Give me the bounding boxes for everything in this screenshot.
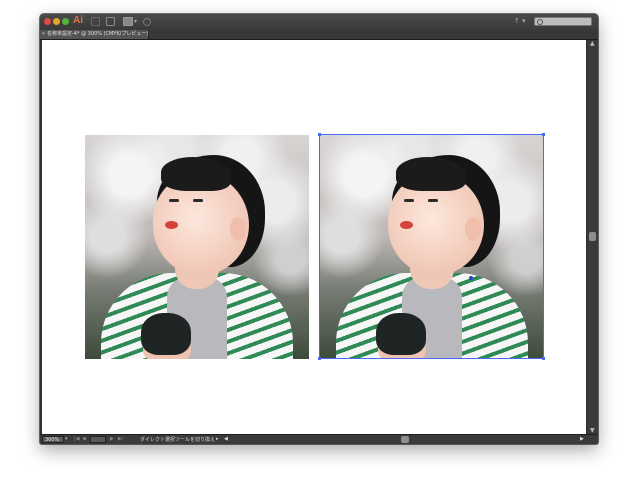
close-window-button[interactable] (44, 18, 51, 25)
photo-hair-fringe (396, 157, 466, 191)
scroll-down-icon[interactable]: ▼ (590, 427, 595, 434)
horizontal-scroll-thumb[interactable] (401, 436, 409, 443)
application-bar: Ai ▾ ↑ ▾ (40, 14, 598, 31)
illustrator-logo: Ai (73, 15, 83, 26)
raster-photo[interactable] (85, 135, 309, 359)
status-info-text: ダイレクト選択ツールを切り換え (140, 437, 216, 443)
photo-ear (465, 217, 481, 241)
scroll-left-icon[interactable]: ◀ (224, 436, 228, 442)
illustrator-window: Ai ▾ ↑ ▾ ×名称未設定-4* @ 300% (CMYK/プレビュー) ▲… (40, 14, 598, 444)
photo-mouth (400, 221, 413, 229)
next-artboard-icon[interactable]: ▶ (110, 436, 114, 442)
photo-hair-fringe (161, 157, 231, 191)
zoom-window-button[interactable] (62, 18, 69, 25)
document-tab[interactable]: ×名称未設定-4* @ 300% (CMYK/プレビュー) (40, 30, 149, 39)
vertical-scrollbar[interactable]: ▲ ▼ (587, 40, 598, 434)
arrange-documents-caret-icon[interactable]: ▾ (134, 18, 137, 25)
photo-ear (230, 217, 246, 241)
photo-eye-right (193, 199, 203, 202)
minimize-window-button[interactable] (53, 18, 60, 25)
photo-riceball (376, 313, 426, 355)
artboard-canvas[interactable] (42, 40, 586, 434)
status-bar: 300% ▾ |◀ ◀ ▶ ▶| ダイレクト選択ツールを切り換え ▸ ◀ ▶ (40, 434, 598, 444)
zoom-dropdown-icon[interactable]: ▾ (65, 436, 68, 442)
stock-icon[interactable] (106, 17, 115, 26)
gpu-performance-icon[interactable] (143, 18, 151, 26)
photo-mouth (165, 221, 178, 229)
artboard-number-field[interactable] (90, 436, 106, 443)
status-dropdown-icon[interactable]: ▸ (216, 436, 219, 442)
workspace-dropdown-icon[interactable]: ▾ (522, 17, 526, 25)
search-input[interactable] (534, 17, 592, 26)
workspace-caret-icon[interactable]: ↑ (514, 17, 520, 25)
document-tab-title: 名称未設定-4* @ 300% (CMYK/プレビュー) (47, 31, 149, 37)
vertical-scroll-thumb[interactable] (589, 232, 596, 241)
previous-artboard-icon[interactable]: ◀ (82, 436, 86, 442)
scroll-up-icon[interactable]: ▲ (590, 40, 595, 47)
photo-eye-left (169, 199, 179, 202)
raster-photo-selected[interactable] (320, 135, 544, 359)
photo-eye-left (404, 199, 414, 202)
photo-eye-right (428, 199, 438, 202)
bridge-icon[interactable] (91, 17, 100, 26)
document-tab-bar: ×名称未設定-4* @ 300% (CMYK/プレビュー) (40, 30, 598, 40)
last-artboard-icon[interactable]: ▶| (118, 436, 124, 442)
scroll-right-icon[interactable]: ▶ (580, 436, 584, 442)
arrange-documents-icon[interactable] (123, 17, 133, 26)
search-icon (537, 19, 543, 25)
tab-close-icon[interactable]: × (40, 30, 47, 39)
first-artboard-icon[interactable]: |◀ (74, 436, 80, 442)
zoom-level-field[interactable]: 300% (42, 436, 64, 443)
photo-riceball (141, 313, 191, 355)
